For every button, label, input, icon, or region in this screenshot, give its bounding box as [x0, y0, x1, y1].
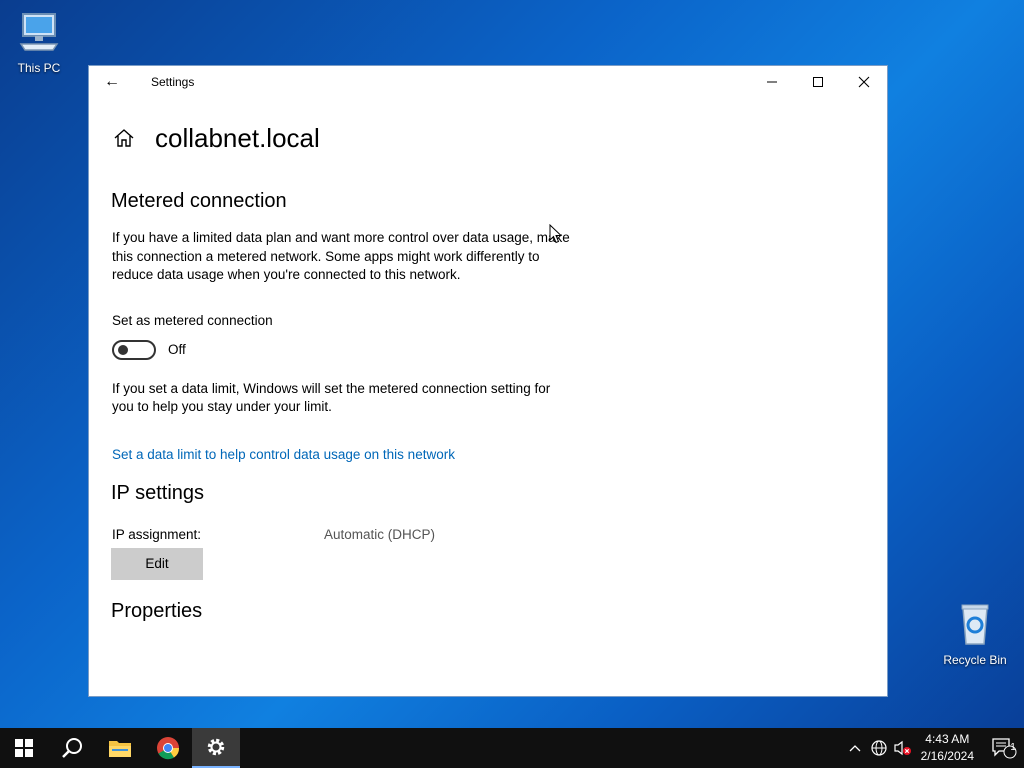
chevron-up-icon: [849, 745, 861, 752]
clock[interactable]: 4:43 AM 2/16/2024: [921, 731, 974, 765]
taskbar-settings[interactable]: [192, 728, 240, 768]
settings-content: collabnet.local Metered connection If yo…: [111, 106, 571, 623]
desktop-icon-label: This PC: [17, 61, 61, 75]
clock-time: 4:43 AM: [925, 732, 970, 746]
taskbar-file-explorer[interactable]: [96, 728, 144, 768]
metered-description: If you have a limited data plan and want…: [112, 230, 570, 282]
toggle-knob: [118, 344, 128, 355]
metered-toggle-row: Off: [111, 339, 571, 360]
show-hidden-icons-button[interactable]: [843, 728, 867, 768]
gear-icon: [207, 738, 225, 756]
system-tray: 4:43 AM 2/16/2024 1: [843, 728, 1024, 768]
back-arrow-icon: ←: [104, 73, 120, 90]
close-icon: [858, 76, 870, 88]
toggle-state: Off: [168, 342, 186, 357]
globe-icon: [871, 740, 887, 756]
title-bar[interactable]: ← Settings: [89, 66, 887, 98]
home-icon[interactable]: [113, 127, 135, 149]
ip-assignment-label: IP assignment:: [112, 526, 202, 542]
windows-logo-icon: [15, 739, 33, 757]
maximize-button[interactable]: [795, 66, 841, 98]
chrome-icon: [157, 737, 180, 760]
metered-toggle[interactable]: [112, 339, 156, 360]
close-button[interactable]: [841, 66, 887, 98]
network-button[interactable]: [867, 728, 891, 768]
page-header: collabnet.local: [111, 106, 571, 170]
data-limit-note: If you set a data limit, Windows will se…: [112, 380, 551, 415]
edit-ip-button[interactable]: Edit: [111, 547, 203, 580]
computer-icon: [19, 13, 59, 51]
settings-window: ← Settings collabnet.local Metered conne…: [88, 65, 888, 697]
mouse-cursor-icon: [549, 224, 563, 244]
back-button[interactable]: ←: [89, 66, 135, 98]
data-limit-link[interactable]: Set a data limit to help control data us…: [111, 447, 571, 462]
speaker-muted-icon: [894, 740, 911, 756]
search-icon: [62, 738, 82, 758]
maximize-icon: [813, 77, 823, 87]
desktop-icon-recycle-bin[interactable]: Recycle Bin: [940, 600, 1010, 667]
desktop-icon-label: Recycle Bin: [943, 653, 1007, 667]
ip-assignment-row: IP assignment: Automatic (DHCP): [111, 527, 571, 542]
window-controls: [749, 66, 887, 98]
ip-assignment-value: Automatic (DHCP): [324, 526, 436, 542]
ip-heading: IP settings: [111, 481, 205, 504]
volume-button[interactable]: [891, 728, 915, 768]
folder-icon: [109, 741, 131, 757]
notification-count: 1: [1010, 742, 1016, 753]
desktop-icon-this-pc[interactable]: This PC: [4, 8, 74, 75]
taskbar: 4:43 AM 2/16/2024 1: [0, 728, 1024, 768]
action-center-button[interactable]: 1: [984, 728, 1024, 768]
start-button[interactable]: [0, 728, 48, 768]
taskbar-chrome[interactable]: [144, 728, 192, 768]
clock-date: 2/16/2024: [920, 749, 974, 763]
properties-heading: Properties: [111, 599, 203, 622]
page-title: collabnet.local: [155, 122, 320, 153]
minimize-button[interactable]: [749, 66, 795, 98]
metered-toggle-label: Set as metered connection: [112, 312, 273, 328]
recycle-bin-icon: [961, 604, 989, 645]
window-title: Settings: [151, 75, 195, 89]
metered-heading: Metered connection: [111, 190, 287, 212]
search-button[interactable]: [48, 728, 96, 768]
minimize-icon: [767, 81, 777, 83]
